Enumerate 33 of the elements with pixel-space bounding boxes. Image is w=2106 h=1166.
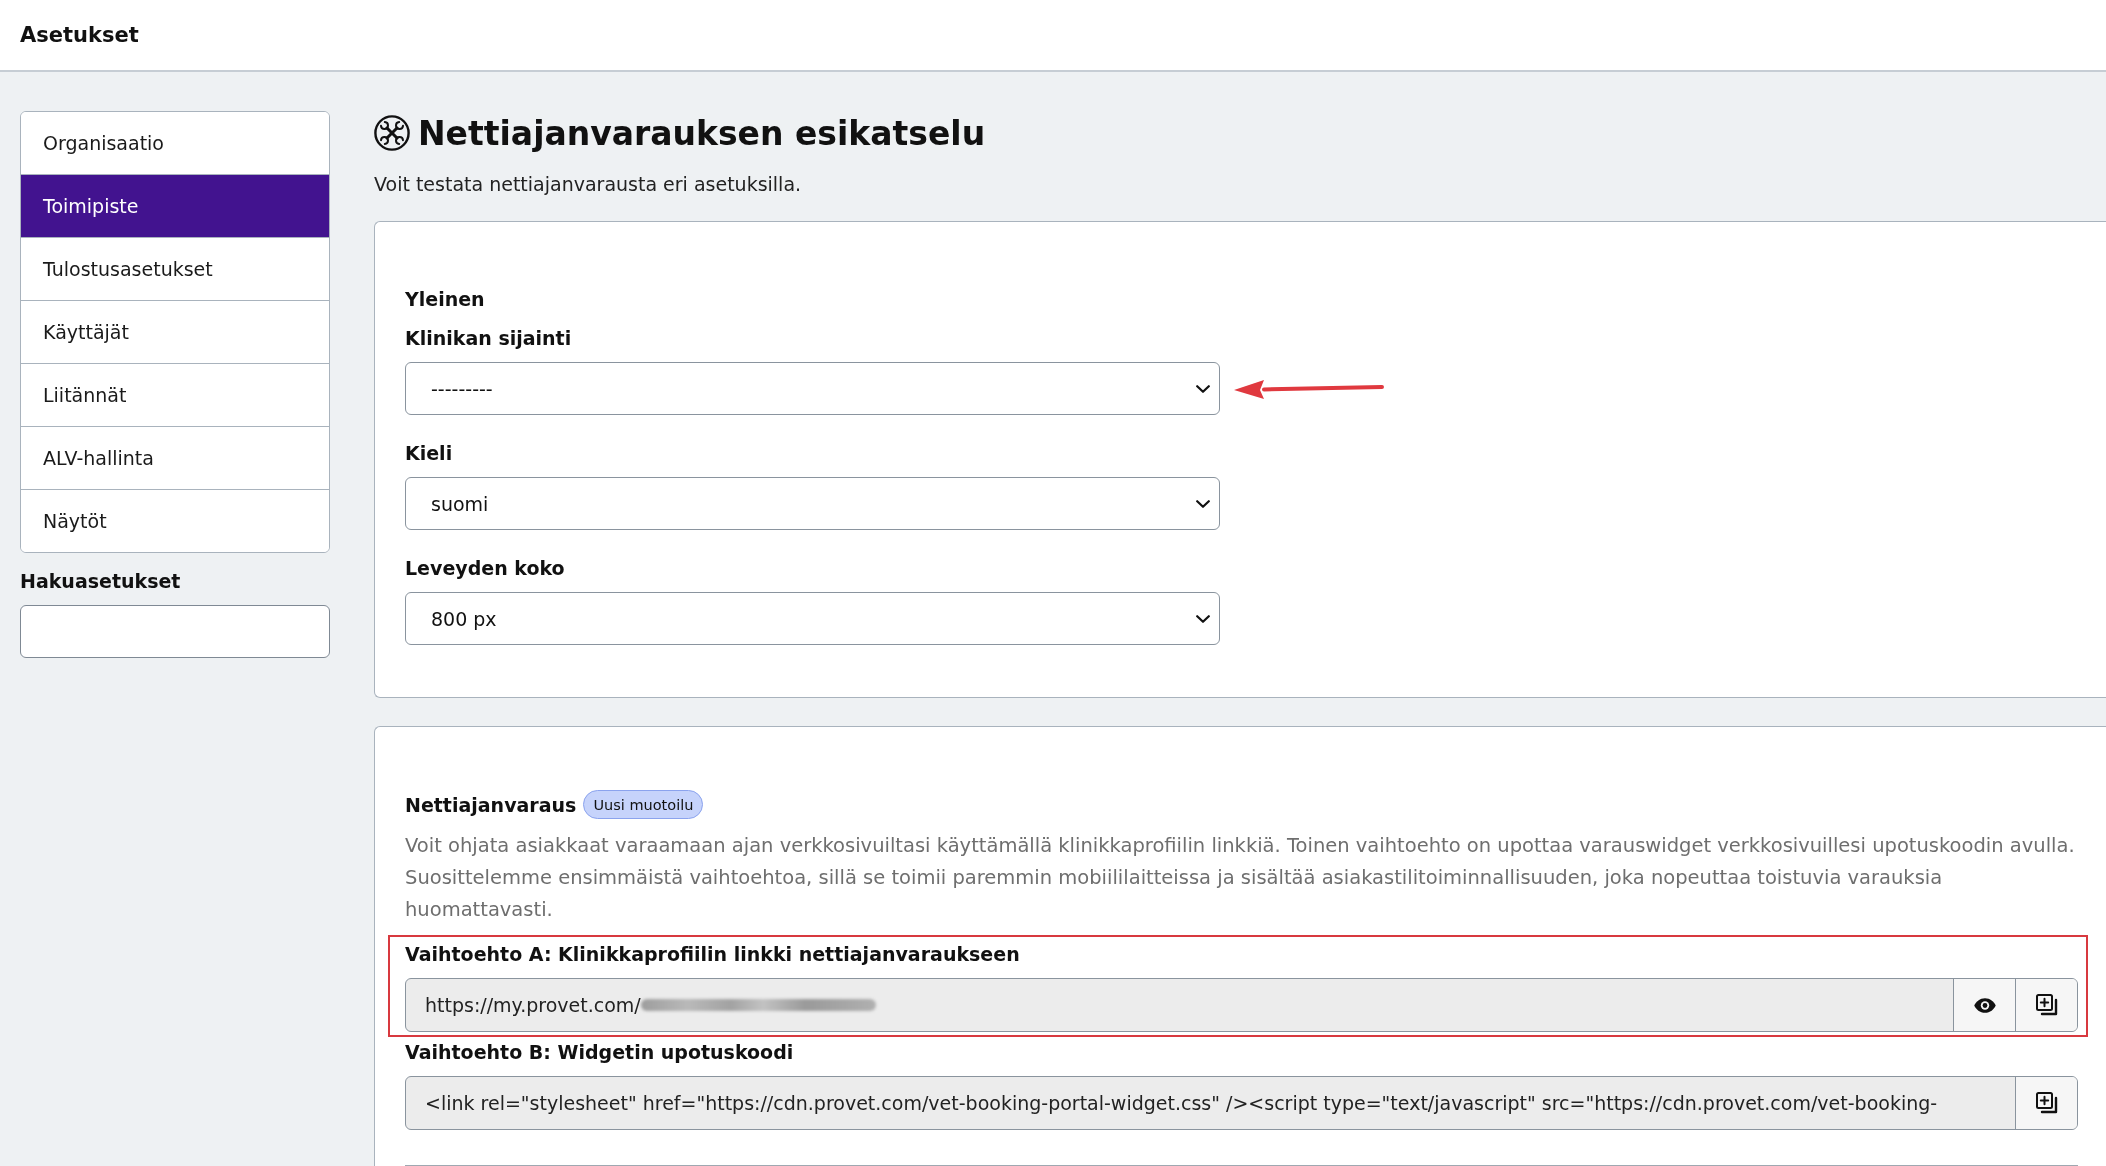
field-label: Leveyden koko	[405, 556, 566, 580]
new-design-badge: Uusi muotoilu	[583, 790, 704, 819]
eye-icon	[1973, 997, 1996, 1013]
tools-icon	[374, 115, 410, 151]
chevron-down-icon	[1196, 614, 1210, 623]
readonly-field[interactable]: <link rel="stylesheet" href="https://cdn.provet.com/vet-booking-portal-widget.css" /><script type="text/javascript" src="https://cdn.provet.com/vet-booking-	[405, 1076, 2078, 1130]
option-label: Vaihtoehto B: Widgetin upotuskoodi	[405, 1040, 795, 1064]
chevron-down-icon	[1196, 499, 1210, 508]
option-label: Vaihtoehto A: Klinikkaprofiilin linkki nettiajanvaraukseen	[405, 942, 1021, 966]
page-title: Nettiajanvarauksen esikatselu	[418, 113, 986, 153]
search-settings-label: Hakuasetukset	[20, 569, 182, 593]
copy-button[interactable]	[2015, 979, 2077, 1031]
sidebar-item[interactable]: Toimipiste	[21, 174, 329, 237]
section-heading: Nettiajanvaraus	[405, 792, 577, 817]
description-text: Voit ohjata asiakkaat varaamaan ajan verkkosivuiltasi käyttämällä klinikkaprofiilin linkkiä. Toinen vaihtoehto on upottaa varauswidget verkkosivuillesi upotuskoodin avulla. Suosittelemme ensimmäistä vaihtoehtoa, sillä se toimii paremmin mobiililaitteissa ja sisältää asiakastilitoiminnallisuuden, joka nopeuttaa toistuvia varauksia huomattavasti.	[405, 833, 2076, 923]
copy-icon	[2035, 994, 2058, 1016]
page-subtitle: Voit testata nettiajanvarausta eri asetuksilla.	[374, 172, 803, 197]
field-label: Kieli	[405, 441, 454, 465]
readonly-field[interactable]: https://my.provet.com/	[405, 978, 2078, 1032]
copy-button[interactable]	[2015, 1077, 2077, 1129]
field-value: https://my.provet.com/	[425, 994, 641, 1016]
preview-button[interactable]	[1953, 979, 2015, 1031]
section-heading: Yleinen	[405, 287, 486, 311]
sidebar-item[interactable]: Näytöt	[21, 489, 329, 552]
page-header-title: Asetukset	[20, 23, 139, 47]
field-label: Klinikan sijainti	[405, 326, 573, 350]
select-field[interactable]: 800 px	[405, 592, 1220, 645]
chevron-down-icon	[1196, 384, 1210, 393]
select-field[interactable]: ---------	[405, 362, 1220, 415]
field-value: <link rel="stylesheet" href="https://cdn.provet.com/vet-booking-portal-widget.css" /><script type="text/javascript" src="https://cdn.provet.com/vet-booking-	[425, 1092, 1938, 1114]
search-field[interactable]	[20, 605, 330, 658]
select-field[interactable]: suomi	[405, 477, 1220, 530]
copy-icon	[2035, 1092, 2058, 1114]
